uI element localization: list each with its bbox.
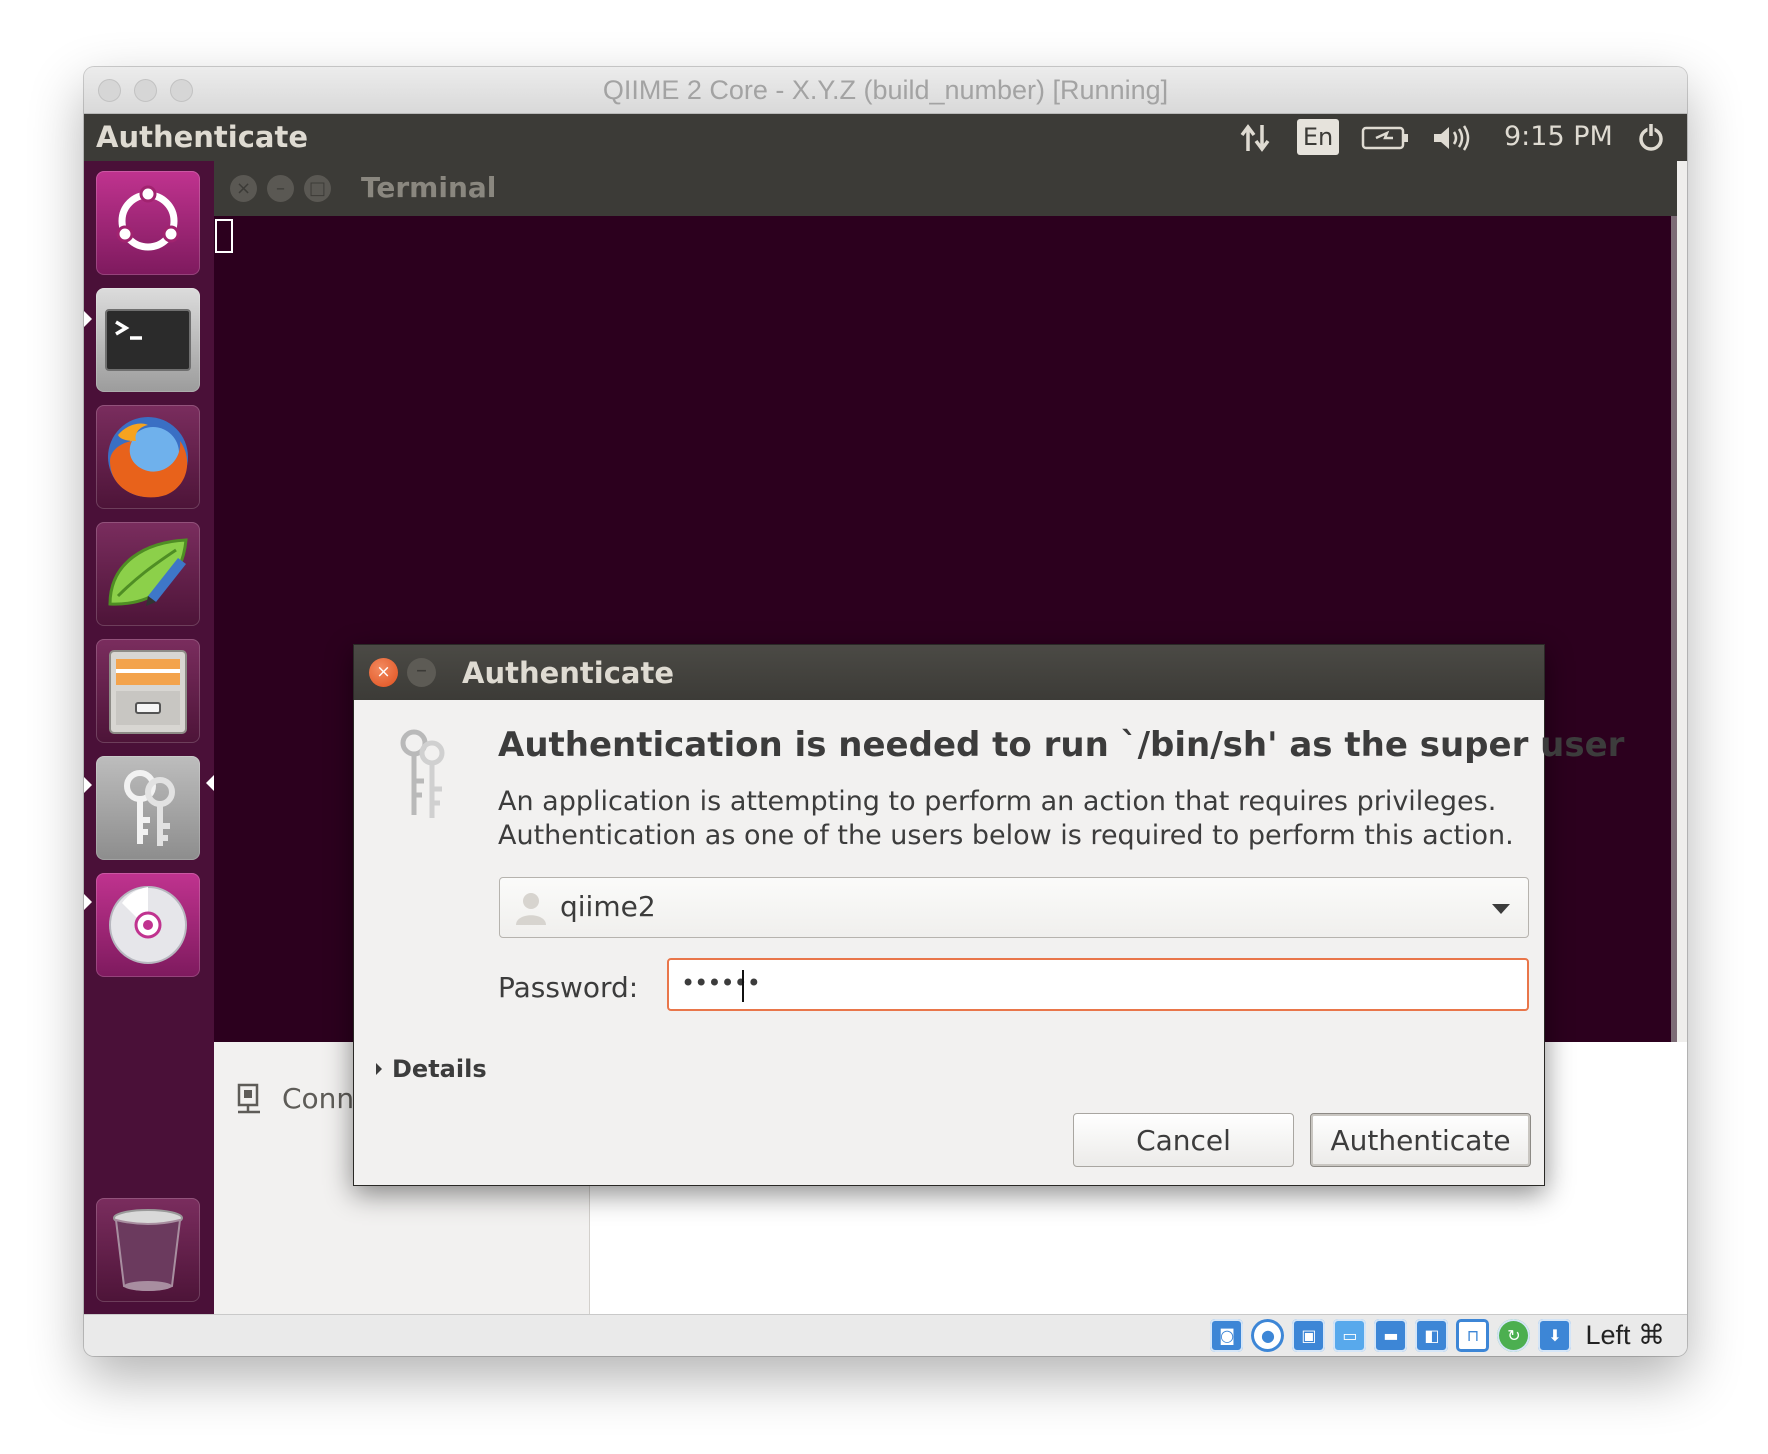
shared-folder-icon[interactable]: ▭ xyxy=(1333,1319,1367,1352)
dialog-description-line-2: Authentication as one of the users below… xyxy=(498,820,1514,851)
display-icon[interactable]: ▬ xyxy=(1374,1319,1408,1352)
details-label: Details xyxy=(392,1055,487,1083)
terminal-title: Terminal xyxy=(361,171,497,204)
trash-icon[interactable] xyxy=(96,1198,200,1302)
audio-icon[interactable]: ▣ xyxy=(1292,1319,1326,1352)
cancel-button[interactable]: Cancel xyxy=(1073,1113,1294,1167)
dialog-description-line-1: An application is attempting to perform … xyxy=(498,786,1497,817)
unity-launcher xyxy=(84,161,214,1314)
user-select[interactable]: qiime2 xyxy=(499,877,1529,938)
password-field[interactable]: •••••• xyxy=(667,958,1529,1011)
server-icon xyxy=(237,1083,260,1113)
details-expander[interactable]: Details xyxy=(376,1055,487,1083)
dialog-titlebar: × – Authenticate xyxy=(354,645,1544,700)
terminal-minimize-icon[interactable]: – xyxy=(267,175,294,202)
keyboard-layout-indicator[interactable]: En xyxy=(1297,119,1339,155)
terminal-close-icon[interactable]: × xyxy=(230,175,257,202)
terminal-cursor xyxy=(215,219,233,253)
chevron-down-icon xyxy=(1492,904,1510,914)
battery-icon[interactable] xyxy=(1359,114,1411,161)
network-icon[interactable] xyxy=(1234,114,1278,161)
file-cabinet-icon[interactable] xyxy=(96,639,200,743)
keys-running-pip xyxy=(84,777,92,793)
power-gear-icon[interactable] xyxy=(1631,114,1671,161)
authenticate-button[interactable]: Authenticate xyxy=(1310,1113,1531,1167)
text-caret xyxy=(742,970,744,1002)
terminal-titlebar: × – □ Terminal xyxy=(214,161,1677,216)
optical-drive-icon[interactable]: ● xyxy=(1251,1319,1285,1352)
dialog-close-icon[interactable]: × xyxy=(369,658,398,687)
password-value: •••••• xyxy=(681,969,761,997)
network-adapter-icon[interactable]: ◧ xyxy=(1415,1319,1449,1352)
capture-icon[interactable]: ↻ xyxy=(1497,1319,1531,1352)
terminal-running-pip xyxy=(84,311,92,327)
dialog-heading: Authentication is needed to run `/bin/sh… xyxy=(498,725,1625,765)
clock[interactable]: 9:15 PM xyxy=(1504,121,1613,152)
active-app-title: Authenticate xyxy=(96,120,309,154)
host-window-title: QIIME 2 Core - X.Y.Z (build_number) [Run… xyxy=(602,75,1169,105)
terminal-icon[interactable] xyxy=(96,288,200,392)
firefox-icon[interactable] xyxy=(96,405,200,509)
hard-disk-icon[interactable]: ◙ xyxy=(1210,1319,1244,1352)
host-titlebar: QIIME 2 Core - X.Y.Z (build_number) [Run… xyxy=(84,67,1687,114)
terminal-scrollbar[interactable] xyxy=(1671,216,1677,1042)
keyboard-capture-icon[interactable]: ⬇ xyxy=(1538,1319,1572,1352)
password-label: Password: xyxy=(498,971,639,1004)
disc-running-pip xyxy=(84,894,92,910)
dialog-minimize-icon[interactable]: – xyxy=(407,658,436,687)
keys-icon xyxy=(400,729,445,818)
expander-triangle-icon xyxy=(376,1063,382,1075)
dialog-description: An application is attempting to perform … xyxy=(498,785,1514,853)
ubuntu-top-panel: Authenticate En 9:15 PM xyxy=(84,114,1687,161)
user-avatar-icon xyxy=(516,893,546,925)
authenticate-dialog: × – Authenticate Authentication is neede… xyxy=(353,644,1624,1186)
keys-icon[interactable] xyxy=(96,756,200,860)
volume-icon[interactable] xyxy=(1429,114,1475,161)
host-key-label: Left ⌘ xyxy=(1585,1320,1665,1350)
usb-icon[interactable]: ⊓ xyxy=(1456,1319,1490,1352)
ubuntu-dash-icon[interactable] xyxy=(96,171,200,275)
selected-user: qiime2 xyxy=(560,890,656,923)
dialog-title: Authenticate xyxy=(462,656,675,690)
virtualbox-window: QIIME 2 Core - X.Y.Z (build_number) [Run… xyxy=(84,67,1687,1356)
guest-screen: Authenticate En 9:15 PM × – □ Terminal C… xyxy=(84,114,1687,1314)
terminal-maximize-icon[interactable]: □ xyxy=(304,175,331,202)
virtualbox-statusbar: ◙ ● ▣ ▭ ▬ ◧ ⊓ ↻ ⬇ Left ⌘ xyxy=(84,1314,1687,1356)
active-launcher-pip xyxy=(206,775,214,791)
disc-icon[interactable] xyxy=(96,873,200,977)
text-editor-icon[interactable] xyxy=(96,522,200,626)
